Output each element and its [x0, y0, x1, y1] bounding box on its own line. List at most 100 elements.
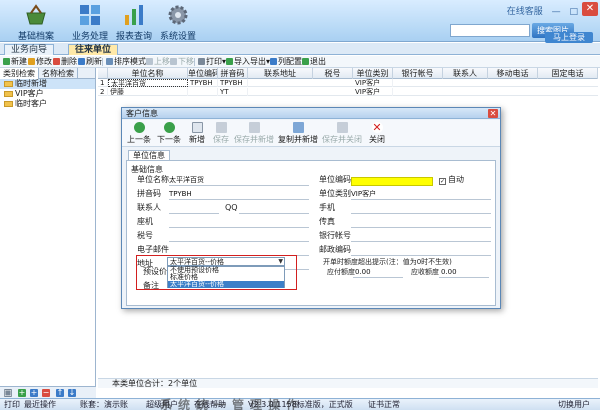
save-and-close-button[interactable]: 保存并关闭	[322, 122, 362, 145]
column-header[interactable]: 拼音码	[218, 68, 248, 79]
sort-mode-button[interactable]: 排序模式	[106, 57, 146, 67]
next-record-button[interactable]: 下一条	[154, 122, 184, 145]
fax-field[interactable]	[351, 227, 491, 228]
print-button[interactable]: 打印▾	[198, 57, 226, 67]
dialog-toolbar: 上一条 下一条 新增 保存 保存并新增 复制并新增 保存并关闭 ✕ 关闭	[122, 120, 500, 147]
email-label: 电子邮件	[137, 245, 169, 254]
folder-icon	[4, 91, 13, 97]
auto-code-checkbox[interactable]: ✓	[439, 178, 446, 185]
tab-guide[interactable]: 业务向导	[4, 44, 55, 55]
table-cell: 伊藤	[108, 88, 188, 96]
unit-category-field[interactable]: VIP客户	[351, 189, 376, 199]
column-header[interactable]: 单位名称	[108, 68, 188, 79]
table-cell: VIP客户	[353, 88, 393, 96]
grid-icon	[80, 5, 100, 25]
arrow-down-icon[interactable]: ↓	[68, 389, 76, 397]
move-down-button[interactable]: 下移	[170, 57, 194, 67]
tab-units[interactable]: 往来单位	[68, 44, 119, 55]
save-and-new-button[interactable]: 保存并新增	[234, 122, 274, 145]
main-toolbar: 新建 修改 删除 刷新 排序模式 上移 下移 打印▾ 导入导出▾ 列配置 退出	[0, 56, 600, 68]
bank-field[interactable]	[351, 241, 491, 242]
payable-limit-field[interactable]: 0.00	[355, 267, 371, 277]
tab-category-search[interactable]: 类别检索	[0, 68, 39, 79]
arrow-down-icon	[170, 58, 177, 65]
column-header[interactable]: 单位编码	[188, 68, 218, 79]
field-underline	[353, 277, 403, 278]
category-actions: □ + + − ↑ ↓	[0, 386, 96, 398]
status-recent[interactable]: 最近操作	[24, 400, 56, 410]
tab-unit-info[interactable]: 单位信息	[128, 150, 170, 160]
login-button[interactable]: 马上登录	[545, 32, 593, 43]
minimize-button[interactable]: —	[552, 7, 561, 17]
contact-field[interactable]	[169, 213, 219, 214]
tree-item-temp-customer[interactable]: 临时客户	[0, 99, 95, 109]
close-icon: ✕	[371, 121, 383, 134]
unit-name-field[interactable]: 太平洋百货	[169, 175, 204, 185]
delete-button[interactable]: 删除	[53, 57, 77, 67]
chevron-down-icon: ▼	[278, 258, 283, 265]
remove-category-icon[interactable]: −	[42, 389, 50, 397]
tree-item-temp-new[interactable]: 临时新增	[0, 79, 95, 89]
switch-user-button[interactable]: 切换用户	[558, 400, 590, 410]
dialog-save-button[interactable]: 保存	[206, 122, 236, 145]
column-header[interactable]: 联系人	[443, 68, 488, 79]
import-export-button[interactable]: 导入导出▾	[226, 57, 270, 67]
add-subcategory-icon[interactable]: +	[30, 389, 38, 397]
tax-field[interactable]	[169, 241, 309, 242]
list-icon[interactable]: □	[4, 389, 12, 397]
add-category-icon[interactable]: +	[18, 389, 26, 397]
column-header[interactable]: 联系地址	[248, 68, 313, 79]
refresh-button[interactable]: 刷新	[78, 57, 102, 67]
online-service-link[interactable]: 在线客服	[507, 7, 543, 17]
pinyin-field[interactable]: TPYBH	[169, 189, 192, 199]
save-icon	[215, 122, 227, 133]
tree-item-vip[interactable]: VIP客户	[0, 89, 95, 99]
new-button[interactable]: 新建	[3, 57, 27, 67]
column-config-button[interactable]: 列配置	[270, 57, 302, 67]
phone-field[interactable]	[169, 227, 309, 228]
edit-button[interactable]: 修改	[28, 57, 52, 67]
status-account: 账套：演示账	[80, 400, 128, 409]
column-header[interactable]: 银行帐号	[393, 68, 443, 79]
table-cell: VIP客户	[353, 79, 393, 87]
column-header[interactable]: 税号	[313, 68, 353, 79]
column-header[interactable]: 移动电话	[488, 68, 538, 79]
exit-button[interactable]: 退出	[302, 57, 326, 67]
preset-price-options: 不使用预设价格 标准价格 太平洋百货--价格	[167, 266, 285, 288]
dialog-close-button[interactable]: ✕	[488, 109, 498, 118]
qq-field[interactable]	[239, 213, 309, 214]
zip-label: 邮政编码	[319, 245, 351, 254]
preset-price-select[interactable]: 太平洋百货--价格 ▼	[167, 257, 285, 266]
exit-icon	[302, 58, 309, 65]
maximize-button[interactable]: □	[569, 7, 578, 17]
nav-basic-button[interactable]: 基础档案	[8, 2, 64, 42]
dialog-close-toolbar-button[interactable]: ✕ 关闭	[362, 122, 392, 145]
contact-label: 联系人	[137, 203, 161, 212]
unit-code-field[interactable]	[351, 177, 433, 186]
phone-label: 座机	[137, 217, 153, 226]
prev-record-button[interactable]: 上一条	[124, 122, 154, 145]
window-close-button[interactable]: ✕	[582, 2, 598, 16]
field-underline	[351, 199, 491, 200]
new-icon	[3, 58, 10, 65]
field-underline	[439, 277, 489, 278]
save-new-icon	[248, 122, 260, 133]
status-print[interactable]: 打印	[4, 400, 20, 410]
nav-settings-button[interactable]: 系统设置	[150, 2, 206, 42]
arrow-up-icon[interactable]: ↑	[56, 389, 64, 397]
zip-field[interactable]	[351, 255, 491, 256]
printer-icon	[198, 58, 205, 65]
column-header[interactable]: 单位类别	[353, 68, 393, 79]
move-up-button[interactable]: 上移	[146, 57, 170, 67]
copy-and-new-button[interactable]: 复制并新增	[278, 122, 318, 145]
credit-limit-tip: 开单时额度超出提示(注：值为0时不生效)	[323, 258, 452, 266]
price-option[interactable]: 太平洋百货--价格	[168, 281, 284, 288]
search-input[interactable]	[450, 24, 530, 37]
tab-name-search[interactable]: 名称检索	[39, 68, 78, 79]
receivable-limit-field[interactable]: 0.00	[441, 267, 457, 277]
column-header[interactable]: 固定电话	[538, 68, 598, 79]
table-row[interactable]: 1 太平洋百货 TPYBH TPYBH VIP客户	[98, 79, 598, 87]
mobile-field[interactable]	[351, 213, 491, 214]
table-row[interactable]: 2 伊藤 YT VIP客户	[98, 88, 598, 96]
basket-icon	[26, 4, 46, 25]
